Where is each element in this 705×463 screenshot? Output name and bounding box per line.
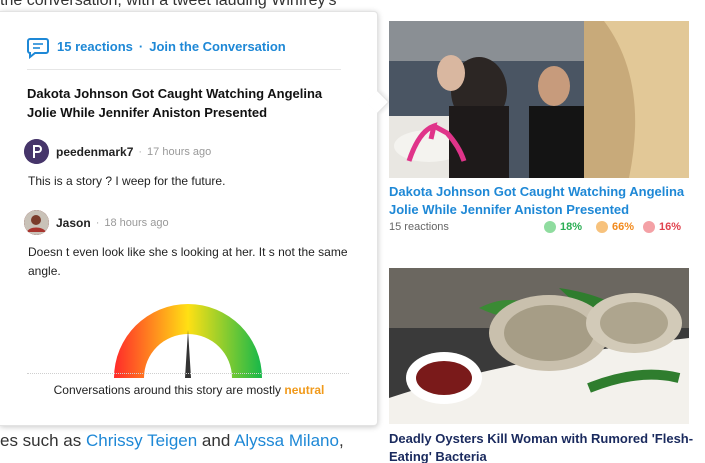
article-text-top: the conversation, with a tweet lauding W… <box>0 0 337 9</box>
negative-reaction: 16% <box>643 221 681 233</box>
comment-text: This is a story ? I weep for the future. <box>28 174 226 188</box>
happy-face-icon <box>544 221 556 233</box>
sad-face-icon <box>643 221 655 233</box>
comment-meta: peedenmark7 · 17 hours ago <box>24 139 354 164</box>
avatar[interactable] <box>24 139 49 164</box>
divider <box>27 373 349 374</box>
comment-timestamp: 18 hours ago <box>104 216 169 229</box>
story-thumbnail-dakota[interactable] <box>389 21 689 178</box>
popover-header: 15 reactions · Join the Conversation <box>27 36 341 70</box>
header-separator: · <box>138 39 144 54</box>
story-title-link[interactable]: Dakota Johnson Got Caught Watching Angel… <box>389 183 699 219</box>
user-avatar-icon <box>24 139 49 164</box>
join-conversation-link[interactable]: Join the Conversation <box>149 36 286 58</box>
story-reactions-meta: 15 reactions 18% 66% 16% <box>389 221 689 235</box>
sentiment-value: neutral <box>284 383 325 397</box>
comment-item: Jason · 18 hours ago Doesn t even look l… <box>24 210 354 281</box>
chat-bubble-icon <box>27 38 49 59</box>
neutral-face-icon <box>596 221 608 233</box>
comment-username[interactable]: Jason <box>56 216 91 230</box>
comment-text: Doesn t even look like she s looking at … <box>28 245 348 278</box>
link-alyssa-milano[interactable]: Alyssa Milano <box>234 431 339 450</box>
reactions-count: 15 reactions <box>389 221 449 233</box>
neutral-reaction: 66% <box>596 221 634 233</box>
popover-arrow <box>366 90 390 114</box>
positive-reaction: 18% <box>544 221 582 233</box>
gauge-needle <box>185 330 191 378</box>
sentiment-gauge <box>112 300 264 380</box>
comment-item: peedenmark7 · 17 hours ago This is a sto… <box>24 139 354 191</box>
story-thumbnail-oysters[interactable] <box>389 268 689 424</box>
story-title-link[interactable]: Deadly Oysters Kill Woman with Rumored '… <box>389 430 699 463</box>
reactions-count-link[interactable]: 15 reactions <box>57 36 133 58</box>
meta-separator: · <box>95 216 100 229</box>
gauge-caption: Conversations around this story are most… <box>53 383 325 397</box>
comment-timestamp: 17 hours ago <box>147 145 212 158</box>
comment-meta: Jason · 18 hours ago <box>24 210 354 235</box>
gauge-dial <box>114 304 262 378</box>
user-avatar-icon <box>24 210 49 235</box>
popover-story-title[interactable]: Dakota Johnson Got Caught Watching Angel… <box>27 84 347 122</box>
conversation-popover: 15 reactions · Join the Conversation Dak… <box>0 11 390 426</box>
meta-separator: · <box>138 145 143 158</box>
comment-username[interactable]: peedenmark7 <box>56 145 133 159</box>
avatar[interactable] <box>24 210 49 235</box>
article-text-bottom: es such as Chrissy Teigen and Alyssa Mil… <box>0 431 344 450</box>
link-chrissy-teigen[interactable]: Chrissy Teigen <box>86 431 197 450</box>
